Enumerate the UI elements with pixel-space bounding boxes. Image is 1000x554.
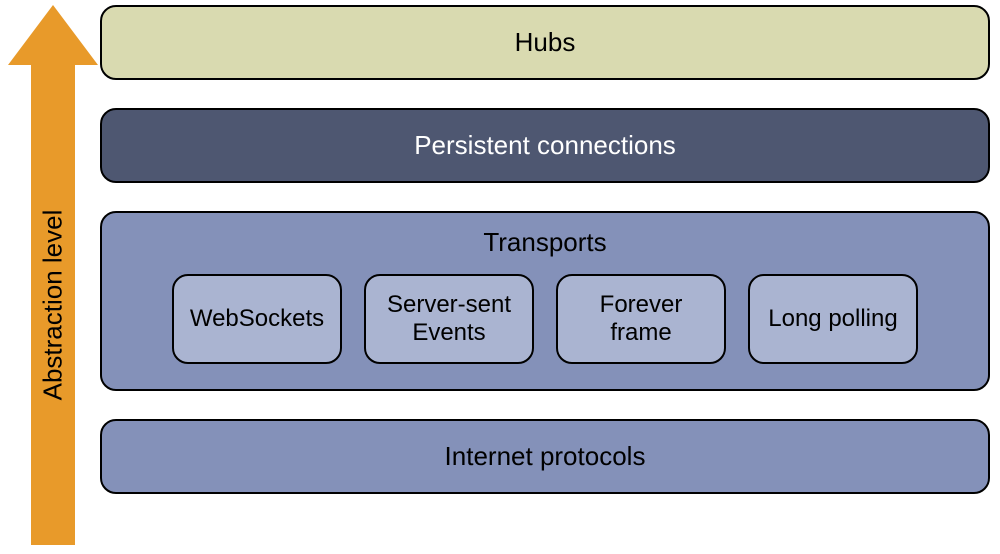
transport-long-polling: Long polling [748,274,918,364]
layers-stack: Hubs Persistent connections Transports W… [100,5,990,494]
abstraction-arrow: Abstraction level [8,5,98,545]
transport-items-row: WebSockets Server-sent Events Forever fr… [132,274,958,364]
layer-internet-label: Internet protocols [445,441,646,472]
layer-internet-protocols: Internet protocols [100,419,990,494]
transport-item-label: Forever frame [566,291,716,346]
layer-hubs-label: Hubs [515,27,576,58]
arrow-label: Abstraction level [38,210,69,401]
layer-persistent-label: Persistent connections [414,130,676,161]
transport-item-label: WebSockets [190,305,324,333]
layer-hubs: Hubs [100,5,990,80]
transport-websockets: WebSockets [172,274,342,364]
layer-transports: Transports WebSockets Server-sent Events… [100,211,990,391]
arrow-shaft: Abstraction level [31,65,75,545]
layer-persistent-connections: Persistent connections [100,108,990,183]
transport-forever-frame: Forever frame [556,274,726,364]
transport-item-label: Server-sent Events [374,291,524,346]
transport-server-sent-events: Server-sent Events [364,274,534,364]
transport-item-label: Long polling [768,305,897,333]
arrow-head-icon [8,5,98,65]
transports-title: Transports [483,227,606,258]
